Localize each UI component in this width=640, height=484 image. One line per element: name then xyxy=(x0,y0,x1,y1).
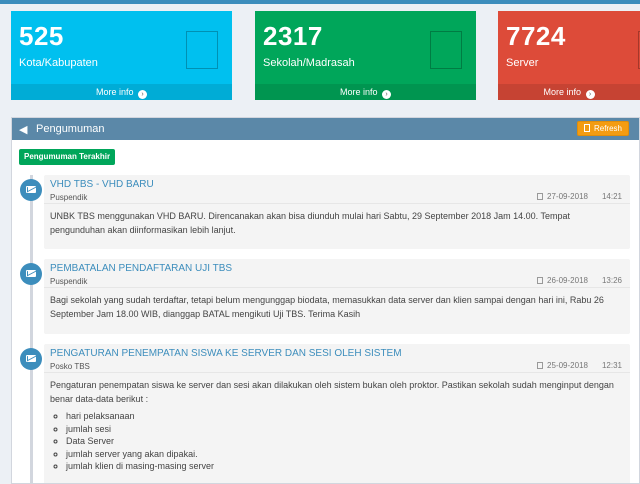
timeline-item-box: PENGATURAN PENEMPATAN SISWA KE SERVER DA… xyxy=(44,344,630,483)
stat-label: Sekolah/Madrasah xyxy=(263,57,355,69)
bullhorn-icon: ◀ xyxy=(19,124,28,136)
top-navbar-edge xyxy=(0,0,640,4)
refresh-button[interactable]: Refresh xyxy=(576,121,629,136)
stat-box-sekolah-madrasah: 2317 Sekolah/Madrasah More info › xyxy=(255,11,476,100)
list-item: jumlah klien di masing-masing server xyxy=(66,460,624,473)
announcement-time: 26-09-2018 13:26 xyxy=(537,276,622,285)
clock-icon xyxy=(537,277,544,284)
latest-announcement-badge: Pengumuman Terakhir xyxy=(19,149,116,165)
announcement-text: Pengaturan penempatan siswa ke server da… xyxy=(50,380,614,404)
arrow-circle-right-icon: › xyxy=(382,90,392,99)
announcement-body: Bagi sekolah yang sudah terdaftar, tetap… xyxy=(50,295,604,319)
panel-header: ◀ Pengumuman Refresh xyxy=(12,118,639,140)
announcement-date: 25-09-2018 xyxy=(547,361,588,370)
stat-label: Kota/Kabupaten xyxy=(19,57,98,69)
announcement-title-link[interactable]: PENGATURAN PENEMPATAN SISWA KE SERVER DA… xyxy=(50,348,402,359)
timeline-item-box: PEMBATALAN PENDAFTARAN UJI TBS Puspendik… xyxy=(44,259,630,334)
arrow-circle-right-icon: › xyxy=(585,90,595,99)
list-item: hari pelaksanaan xyxy=(66,410,624,423)
more-info-link[interactable]: More info › xyxy=(11,84,232,100)
announcement-time: 27-09-2018 14:21 xyxy=(537,192,622,201)
list-item: Data Server xyxy=(66,435,624,448)
announcement-hour: 13:26 xyxy=(601,276,622,285)
stat-value: 7724 xyxy=(506,21,566,51)
more-info-label: More info xyxy=(339,87,378,97)
announcement-panel: ◀ Pengumuman Refresh Pengumuman Terakhir… xyxy=(11,117,640,484)
announcement-body: Pengaturan penempatan siswa ke server da… xyxy=(44,373,630,473)
refresh-label: Refresh xyxy=(593,124,622,133)
refresh-icon xyxy=(583,124,590,132)
timeline-line xyxy=(30,175,33,483)
announcement-title-link[interactable]: VHD TBS - VHD BARU xyxy=(50,179,154,190)
announcement-time: 25-09-2018 12:31 xyxy=(537,361,622,370)
announcement-body: UNBK TBS menggunakan VHD BARU. Direncana… xyxy=(50,211,570,235)
envelope-icon xyxy=(20,179,42,201)
announcement-hour: 12:31 xyxy=(601,361,622,370)
clock-icon xyxy=(537,193,544,200)
more-info-label: More info xyxy=(543,87,581,97)
stat-box-kota-kabupaten: 525 Kota/Kabupaten More info › xyxy=(11,11,232,100)
panel-title: Pengumuman xyxy=(36,123,105,135)
list-item: jumlah server yang akan dipakai. xyxy=(66,448,624,461)
timeline-item-box: VHD TBS - VHD BARU Puspendik 27-09-2018 1… xyxy=(44,175,630,249)
more-info-label: More info xyxy=(95,87,134,97)
more-info-link[interactable]: More info › xyxy=(498,84,640,100)
announcement-list: hari pelaksanaan jumlah sesi Data Server… xyxy=(66,410,624,473)
stat-box-server: 7724 Server More info › xyxy=(498,11,640,100)
announcement-author: Posko TBS xyxy=(50,362,90,371)
envelope-icon xyxy=(20,263,42,285)
envelope-icon xyxy=(20,348,42,370)
stat-icon xyxy=(186,31,218,69)
announcement-date: 26-09-2018 xyxy=(547,276,588,285)
more-info-link[interactable]: More info › xyxy=(255,84,476,100)
announcement-author: Puspendik xyxy=(50,277,88,286)
stat-label: Server xyxy=(506,57,539,69)
stat-value: 2317 xyxy=(263,21,323,51)
list-item: jumlah sesi xyxy=(66,423,624,436)
announcement-author: Puspendik xyxy=(50,193,88,202)
announcement-hour: 14:21 xyxy=(601,192,622,201)
stat-icon xyxy=(430,31,462,69)
announcement-date: 27-09-2018 xyxy=(547,192,588,201)
stat-value: 525 xyxy=(19,21,64,51)
clock-icon xyxy=(537,362,544,369)
arrow-circle-right-icon: › xyxy=(138,90,148,99)
announcement-title-link[interactable]: PEMBATALAN PENDAFTARAN UJI TBS xyxy=(50,263,232,274)
